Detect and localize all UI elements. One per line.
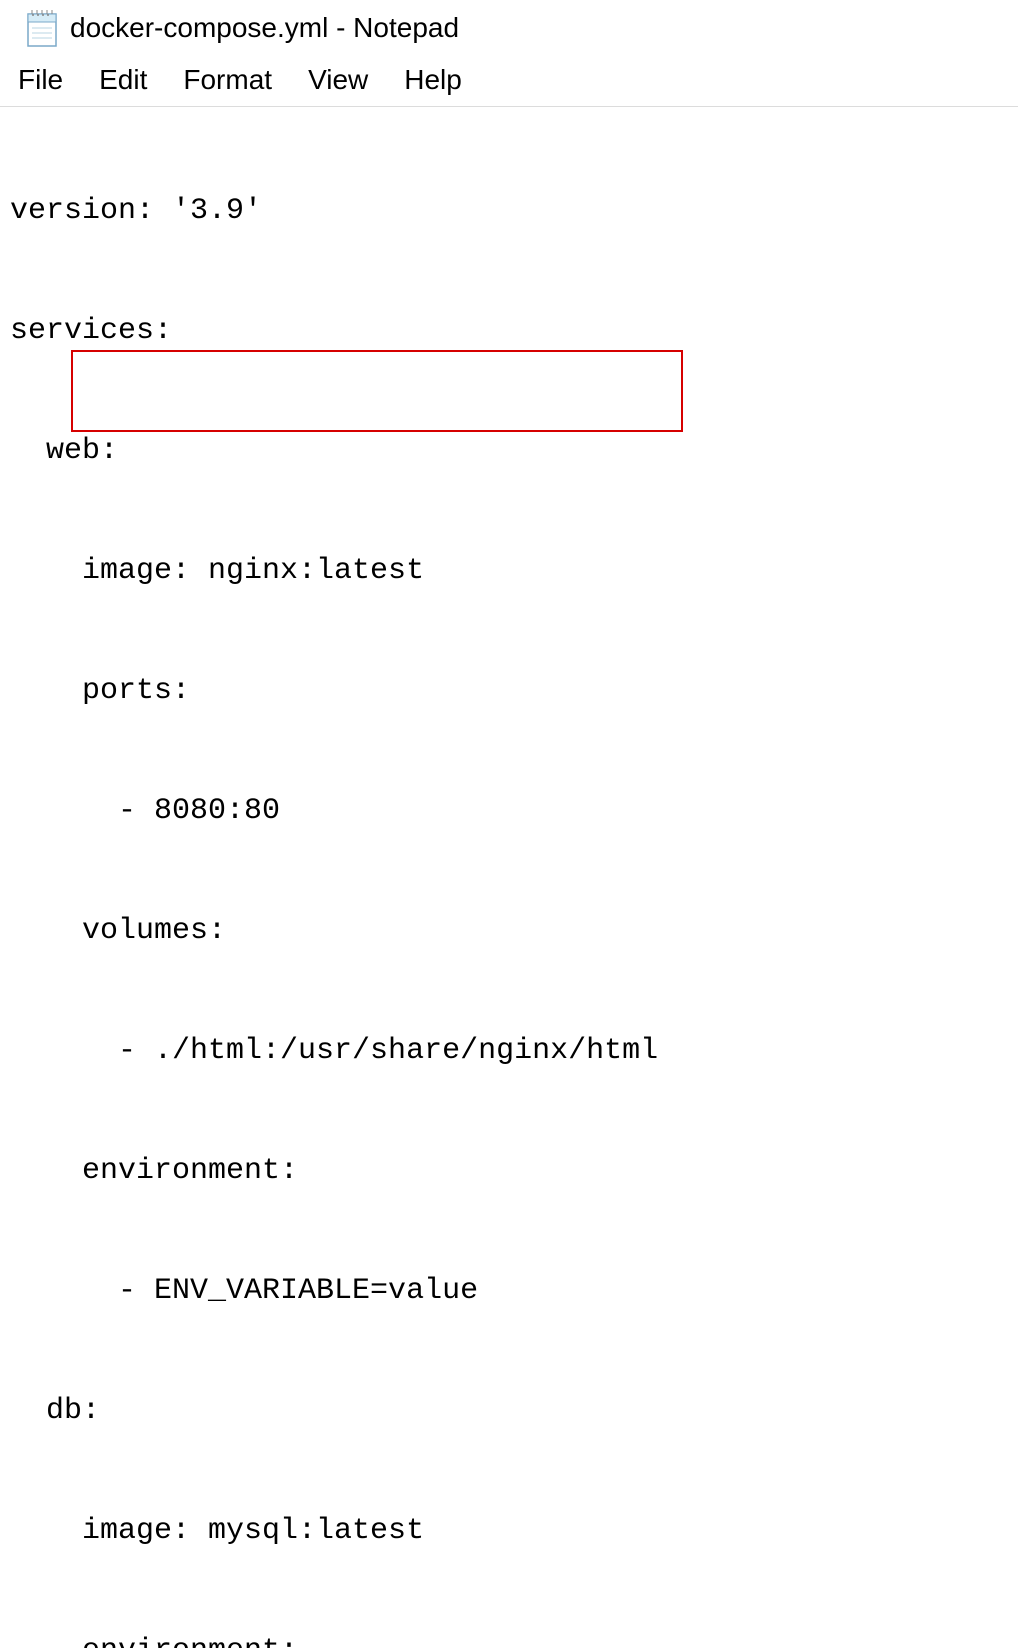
code-line: ports: bbox=[10, 671, 1018, 711]
highlight-annotation bbox=[71, 350, 683, 432]
editor-area[interactable]: version: '3.9' services: web: image: ngi… bbox=[0, 107, 1018, 1648]
code-line: environment: bbox=[10, 1151, 1018, 1191]
titlebar: docker-compose.yml - Notepad bbox=[0, 0, 1018, 58]
code-line: image: nginx:latest bbox=[10, 551, 1018, 591]
code-line: db: bbox=[10, 1391, 1018, 1431]
menu-format[interactable]: Format bbox=[165, 62, 290, 98]
menu-edit[interactable]: Edit bbox=[81, 62, 165, 98]
code-line: - 8080:80 bbox=[10, 791, 1018, 831]
menubar: File Edit Format View Help bbox=[0, 58, 1018, 107]
notepad-icon bbox=[24, 8, 60, 48]
code-line: services: bbox=[10, 311, 1018, 351]
menu-file[interactable]: File bbox=[12, 62, 81, 98]
window-title: docker-compose.yml - Notepad bbox=[70, 12, 459, 44]
code-line: volumes: bbox=[10, 911, 1018, 951]
code-line: environment: bbox=[10, 1631, 1018, 1648]
menu-view[interactable]: View bbox=[290, 62, 386, 98]
code-line: image: mysql:latest bbox=[10, 1511, 1018, 1551]
code-line: - ENV_VARIABLE=value bbox=[10, 1271, 1018, 1311]
code-line: web: bbox=[10, 431, 1018, 471]
menu-help[interactable]: Help bbox=[386, 62, 480, 98]
code-line: version: '3.9' bbox=[10, 191, 1018, 231]
code-line: - ./html:/usr/share/nginx/html bbox=[10, 1031, 1018, 1071]
